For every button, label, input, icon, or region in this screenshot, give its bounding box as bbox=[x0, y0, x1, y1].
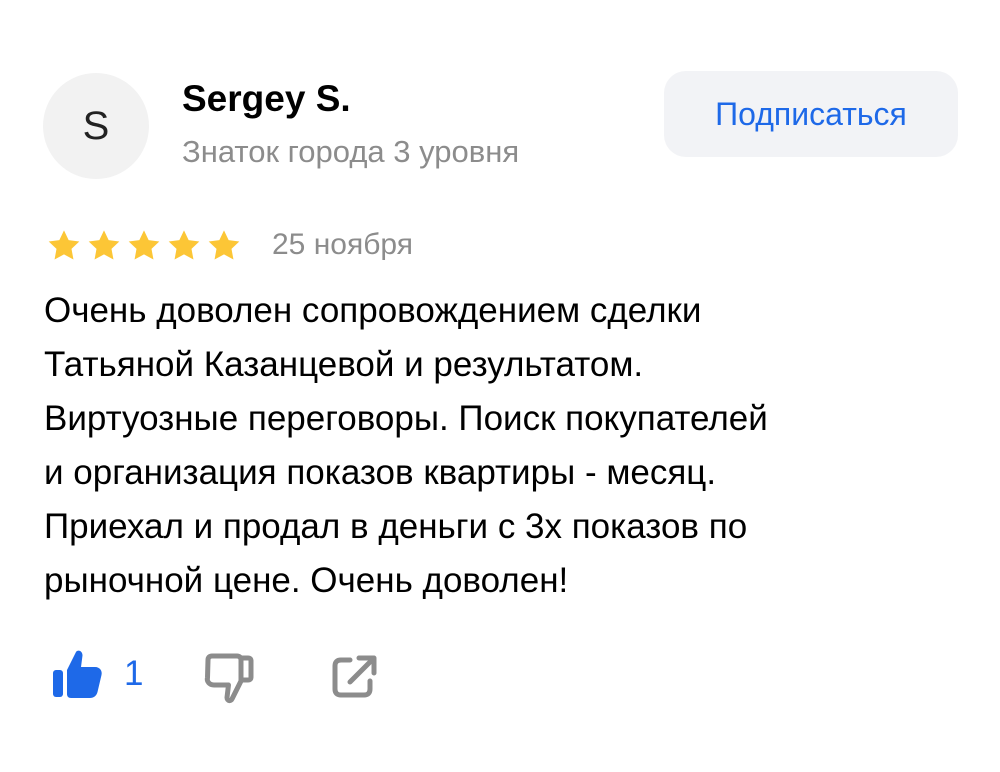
star-icon bbox=[48, 230, 80, 260]
star-icon bbox=[168, 230, 200, 260]
rating-stars bbox=[46, 228, 242, 264]
star-icon bbox=[208, 230, 240, 260]
review-text-line: Приехал и продал в деньги с 3х показов п… bbox=[44, 507, 748, 546]
like-count: 1 bbox=[124, 654, 144, 693]
subscribe-button[interactable]: Подписаться bbox=[664, 71, 958, 157]
avatar-initial: S bbox=[82, 103, 110, 148]
star-icon bbox=[128, 230, 160, 260]
author-level: Знаток города 3 уровня bbox=[182, 134, 520, 169]
review-text-line: и организация показов квартиры - месяц. bbox=[44, 453, 717, 492]
review-text: Очень доволен сопровождением сделки Тать… bbox=[44, 284, 964, 608]
review-date: 25 ноября bbox=[272, 228, 413, 261]
thumbs-down-icon bbox=[204, 653, 254, 704]
author-name[interactable]: Sergey S. bbox=[182, 78, 351, 120]
share-button[interactable] bbox=[330, 654, 380, 705]
avatar[interactable]: S bbox=[43, 73, 149, 179]
share-icon bbox=[332, 655, 377, 698]
dislike-button[interactable] bbox=[201, 652, 257, 709]
review-text-line: Виртуозные переговоры. Поиск покупателей bbox=[44, 399, 768, 438]
thumbs-up-icon bbox=[53, 650, 102, 698]
review-text-line: Очень доволен сопровождением сделки bbox=[44, 291, 702, 330]
review-text-line: рыночной цене. Очень доволен! bbox=[44, 561, 569, 600]
star-icon bbox=[88, 230, 120, 260]
review-text-line: Татьяной Казанцевой и результатом. bbox=[44, 345, 644, 384]
like-button[interactable]: 1 bbox=[50, 648, 143, 700]
